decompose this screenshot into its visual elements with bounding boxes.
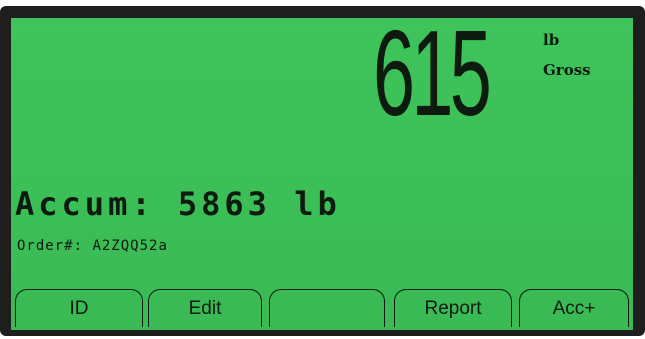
- weight-readout: 615: [373, 18, 492, 141]
- accum-unit: lb: [294, 185, 341, 223]
- weight-unit: lb: [543, 31, 560, 49]
- order-line: Order#: A2ZQQ52a: [17, 238, 168, 254]
- order-value: A2ZQQ52a: [92, 238, 168, 254]
- accumulator-line: Accum: 5863 lb: [15, 185, 341, 223]
- display-bezel: 615 lb Gross Accum: 5863 lb Order#: A2ZQ…: [0, 6, 645, 336]
- accum-value: 5863: [177, 185, 271, 223]
- order-label: Order#:: [17, 238, 84, 254]
- lcd-screen: 615 lb Gross Accum: 5863 lb Order#: A2ZQ…: [11, 18, 633, 330]
- softkey-edit-button[interactable]: Edit: [148, 289, 262, 327]
- softkey-id-button[interactable]: ID: [15, 289, 143, 327]
- softkey-acc-plus-button[interactable]: Acc+: [519, 289, 629, 327]
- softkey-blank-button[interactable]: [269, 289, 385, 327]
- accum-label: Accum:: [15, 185, 155, 223]
- softkey-report-button[interactable]: Report: [394, 289, 512, 327]
- softkey-bar: ID Edit Report Acc+: [11, 289, 633, 330]
- weight-mode: Gross: [543, 61, 591, 79]
